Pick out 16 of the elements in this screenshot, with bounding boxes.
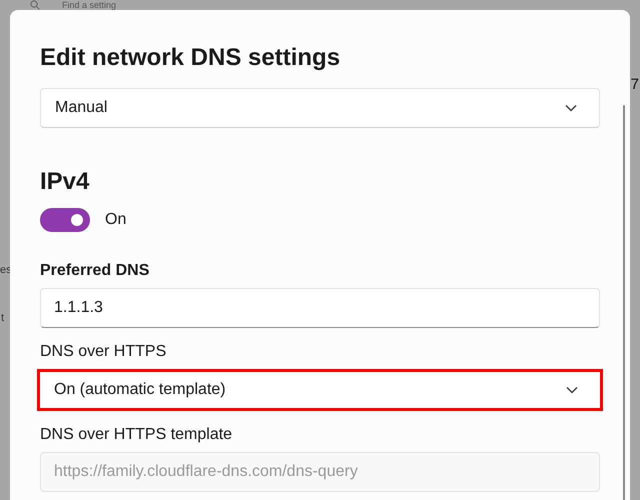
field-label: Preferred DNS	[40, 262, 150, 280]
toggle-label: On	[105, 211, 126, 229]
field-label: DNS over HTTPS	[40, 343, 168, 361]
chevron-down-icon	[565, 104, 577, 112]
mode-dropdown[interactable]: Manual	[40, 88, 600, 128]
scrollbar[interactable]	[623, 105, 625, 500]
background-text: t	[1, 312, 4, 324]
field-label: DNS over HTTPS template	[40, 426, 234, 444]
dropdown[interactable]: On (automatic template)	[37, 369, 603, 411]
chevron-down-icon	[566, 386, 578, 394]
input-field[interactable]: 1.1.1.3	[40, 288, 600, 328]
dialog-title: Edit network DNS settings	[40, 44, 342, 72]
search-icon	[30, 0, 40, 10]
toggle-switch[interactable]	[40, 208, 90, 232]
background-text: 7	[630, 76, 639, 93]
section-heading: IPv4	[40, 168, 90, 196]
